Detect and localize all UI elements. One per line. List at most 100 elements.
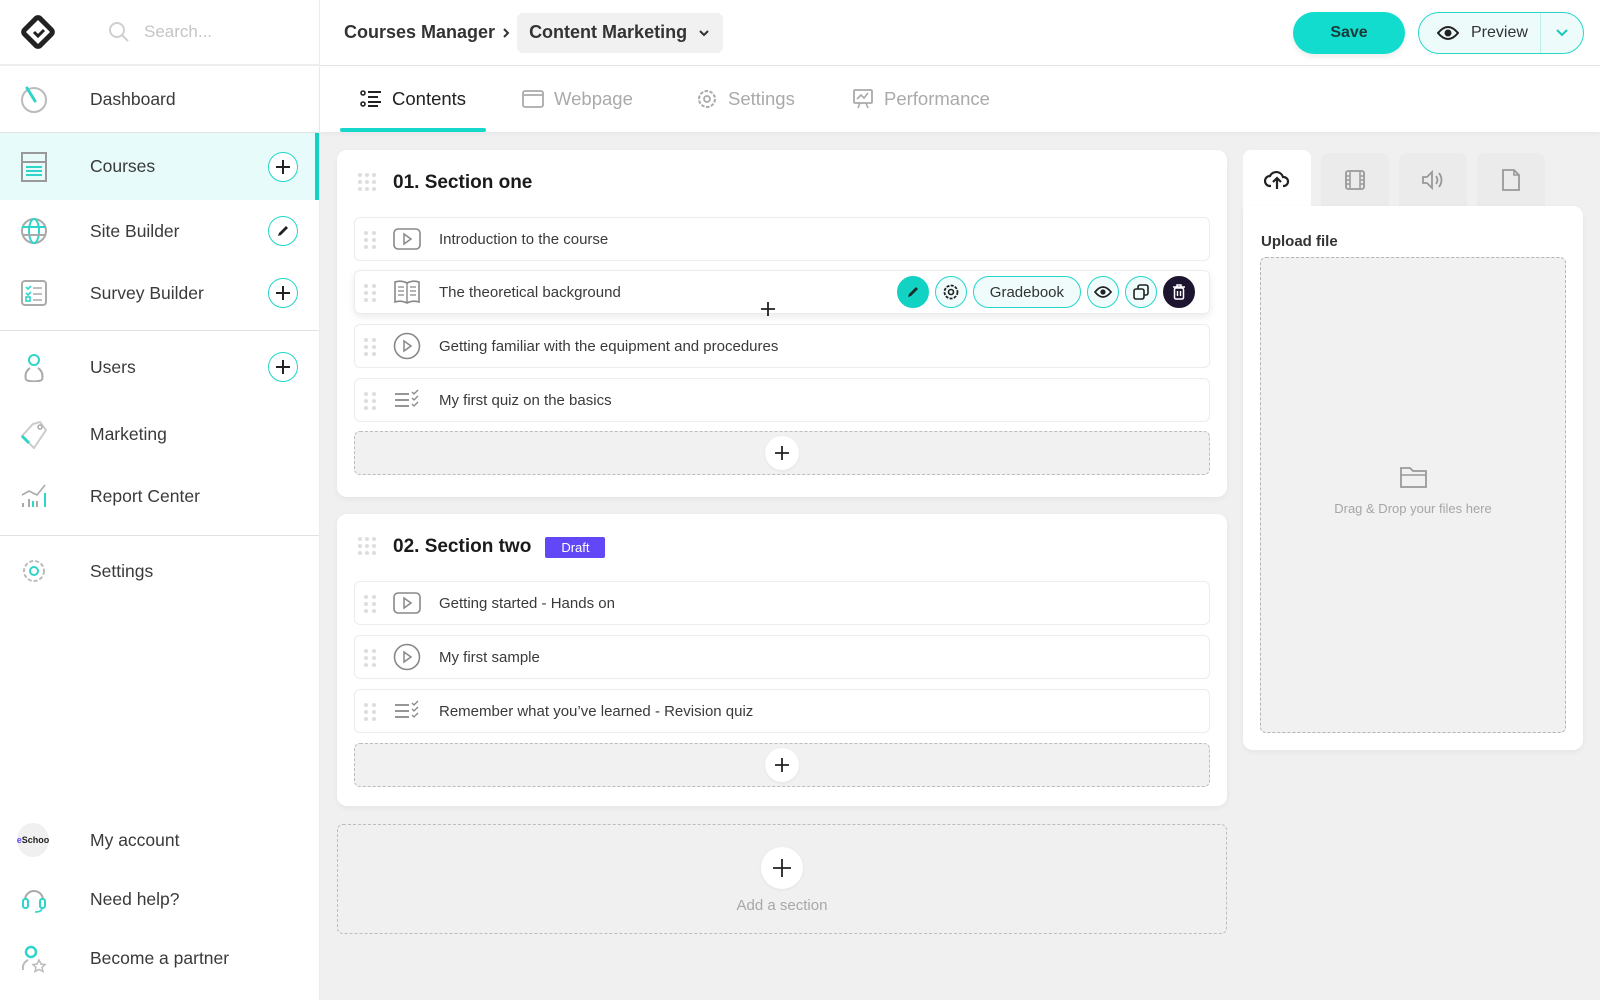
course-selector-dropdown[interactable]: Content Marketing (517, 12, 724, 53)
panel-tab-document[interactable] (1477, 153, 1545, 207)
tab-webpage[interactable]: Webpage (522, 66, 633, 132)
plus-icon (276, 360, 290, 374)
sidebar-item-label: My account (90, 829, 180, 850)
drag-handle-icon[interactable] (363, 391, 377, 411)
gradebook-button[interactable]: Gradebook (972, 276, 1081, 308)
plus-icon (761, 302, 775, 316)
drag-handle-icon[interactable] (357, 172, 377, 192)
tab-label: Webpage (554, 88, 633, 109)
lesson-title: Getting started - Hands on (439, 594, 615, 612)
folder-icon (1400, 467, 1427, 488)
eye-icon (1437, 26, 1459, 40)
preview-options-button[interactable] (1541, 28, 1583, 38)
search-box[interactable] (108, 21, 294, 43)
edit-site-button[interactable] (268, 216, 298, 246)
insert-lesson-button[interactable] (755, 296, 781, 322)
sidebar-item-become-partner[interactable]: Become a partner (0, 929, 319, 988)
add-lesson-dropzone[interactable] (354, 743, 1210, 787)
section-card: 02. Section two Draft Getting started - … (337, 514, 1227, 806)
sidebar-item-label: Marketing (90, 423, 167, 444)
lesson-row[interactable]: Introduction to the course (354, 217, 1210, 261)
sidebar-top (0, 0, 319, 66)
video-icon (393, 225, 421, 253)
headset-icon (18, 884, 50, 916)
sidebar-item-label: Report Center (90, 485, 200, 506)
tab-performance[interactable]: Performance (852, 66, 990, 132)
add-course-button[interactable] (268, 151, 298, 182)
sidebar-item-marketing[interactable]: Marketing (0, 403, 319, 465)
sidebar-item-label: Courses (90, 156, 156, 176)
drag-handle-icon[interactable] (363, 702, 377, 722)
add-section-button[interactable] (761, 847, 803, 889)
panel-tab-audio[interactable] (1399, 153, 1467, 207)
file-dropzone[interactable]: Drag & Drop your files here (1260, 257, 1566, 733)
drag-handle-icon[interactable] (363, 337, 377, 357)
sidebar-item-users[interactable]: Users (0, 331, 319, 403)
breadcrumb-root[interactable]: Courses Manager (344, 22, 495, 43)
add-section-label: Add a section (736, 897, 828, 914)
add-survey-button[interactable] (268, 278, 298, 308)
add-section-dropzone[interactable]: Add a section (337, 824, 1227, 934)
lesson-toolbar: Gradebook (896, 276, 1195, 308)
lesson-title: The theoretical background (439, 283, 621, 301)
checklist-icon (18, 277, 50, 309)
drag-handle-icon[interactable] (363, 594, 377, 614)
lesson-row[interactable]: The theoretical background Gradebook (354, 270, 1210, 314)
sidebar-item-label: Become a partner (90, 948, 230, 968)
lesson-row[interactable]: My first sample (354, 635, 1210, 679)
section-title[interactable]: 01. Section one (393, 172, 532, 194)
courses-icon (18, 151, 50, 183)
panel-tab-upload[interactable] (1243, 150, 1311, 210)
section-card: 01. Section one Introduction to the cour… (337, 150, 1227, 497)
sidebar-item-courses[interactable]: Courses (0, 133, 319, 200)
preview-button[interactable]: Preview (1419, 13, 1541, 53)
sidebar-item-report-center[interactable]: Report Center (0, 465, 319, 527)
tab-contents[interactable]: Contents (340, 66, 487, 132)
pencil-icon (278, 226, 288, 236)
tab-settings[interactable]: Settings (696, 66, 795, 132)
panel-tab-video[interactable] (1321, 153, 1389, 207)
play-circle-icon (393, 332, 421, 360)
drag-handle-icon[interactable] (357, 536, 377, 556)
dashboard-gauge-icon (18, 83, 50, 115)
drag-handle-icon[interactable] (363, 648, 377, 668)
sidebar-item-need-help[interactable]: Need help? (0, 870, 319, 929)
duplicate-lesson-button[interactable] (1125, 276, 1157, 308)
drag-handle-icon[interactable] (363, 283, 377, 303)
preview-lesson-button[interactable] (1087, 276, 1119, 308)
sidebar-bottom: e Schoo My account Need help? Become a pa… (0, 810, 319, 1000)
sidebar-item-dashboard[interactable]: Dashboard (0, 66, 319, 132)
lesson-title: Getting familiar with the equipment and … (439, 337, 779, 355)
drag-handle-icon[interactable] (363, 230, 377, 250)
sidebar-item-label: Users (90, 356, 136, 377)
section-title[interactable]: 02. Section two Draft (393, 536, 606, 558)
lesson-row[interactable]: Getting started - Hands on (354, 581, 1210, 625)
sidebar-item-survey-builder[interactable]: Survey Builder (0, 262, 319, 324)
copy-icon (1133, 284, 1149, 300)
sidebar-item-site-builder[interactable]: Site Builder (0, 200, 319, 262)
chevron-down-icon (699, 29, 709, 36)
plus-icon (276, 286, 290, 300)
avatar: e Schoo (17, 823, 49, 857)
add-lesson-button[interactable] (765, 748, 799, 782)
add-user-button[interactable] (268, 352, 298, 382)
save-button[interactable]: Save (1293, 12, 1405, 54)
lesson-row[interactable]: My first quiz on the basics (354, 378, 1210, 422)
lesson-row[interactable]: Getting familiar with the equipment and … (354, 324, 1210, 368)
edit-lesson-button[interactable] (896, 276, 929, 308)
delete-lesson-button[interactable] (1163, 276, 1195, 308)
logo-icon[interactable] (18, 12, 58, 52)
sidebar-item-my-account[interactable]: e Schoo My account (0, 810, 319, 870)
search-input[interactable] (144, 22, 294, 42)
lesson-row[interactable]: Remember what you’ve learned - Revision … (354, 689, 1210, 733)
lesson-title: My first quiz on the basics (439, 391, 612, 409)
tab-label: Settings (728, 88, 795, 109)
trash-icon (1173, 284, 1185, 300)
audio-icon (1422, 169, 1443, 191)
gear-icon (943, 284, 959, 300)
user-icon (18, 351, 50, 383)
add-lesson-dropzone[interactable] (354, 431, 1210, 475)
sidebar-item-settings[interactable]: Settings (0, 536, 319, 606)
lesson-settings-button[interactable] (934, 276, 967, 308)
add-lesson-button[interactable] (765, 436, 799, 470)
